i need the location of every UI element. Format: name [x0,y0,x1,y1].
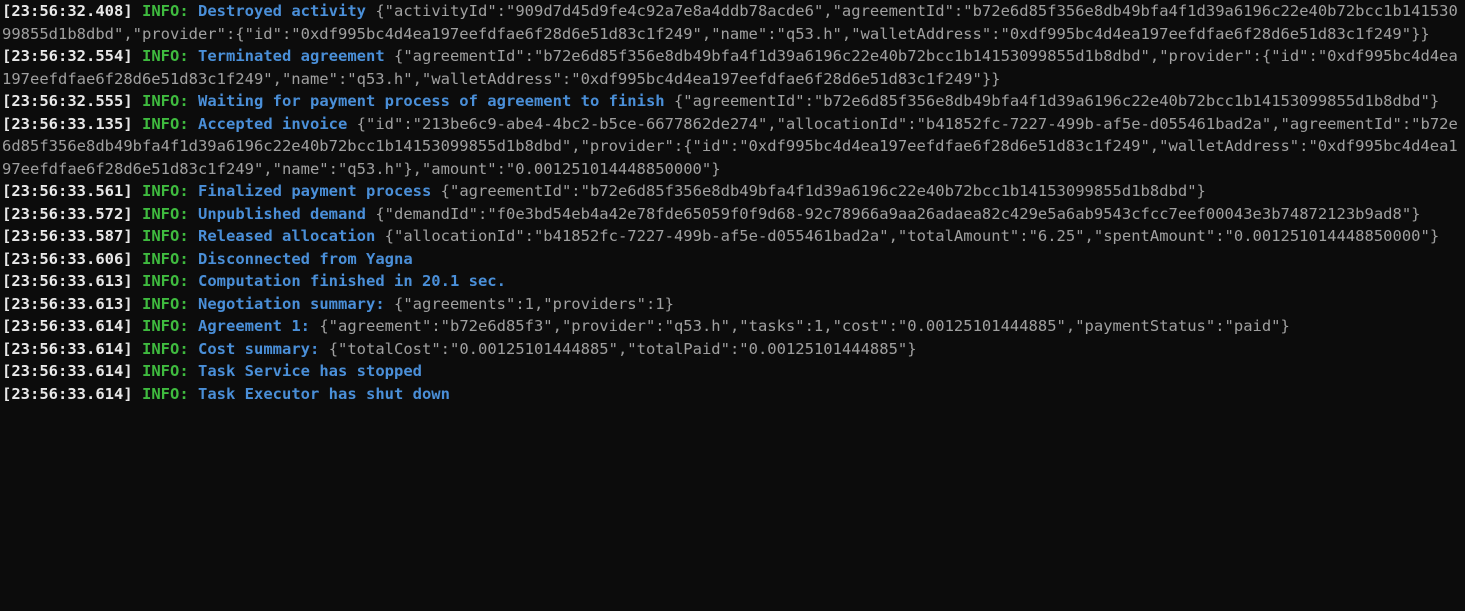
log-timestamp: [23:56:33.606] [2,250,133,268]
log-timestamp: [23:56:32.408] [2,2,133,20]
log-message: Cost summary: [198,340,319,358]
log-line: [23:56:33.587] INFO: Released allocation… [2,225,1463,248]
log-message: Unpublished demand [198,205,366,223]
log-message: Released allocation [198,227,375,245]
log-message: Finalized payment process [198,182,431,200]
log-message: Accepted invoice [198,115,347,133]
log-message: Task Service has stopped [198,362,422,380]
log-timestamp: [23:56:32.555] [2,92,133,110]
log-timestamp: [23:56:33.614] [2,385,133,403]
log-message: Waiting for payment process of agreement… [198,92,665,110]
log-timestamp: [23:56:33.614] [2,340,133,358]
log-payload: {"agreement":"b72e6d85f3","provider":"q5… [319,317,1290,335]
log-timestamp: [23:56:32.554] [2,47,133,65]
log-timestamp: [23:56:33.614] [2,317,133,335]
log-message: Task Executor has shut down [198,385,450,403]
log-message: Negotiation summary: [198,295,385,313]
log-payload: {"agreementId":"b72e6d85f356e8db49bfa4f1… [441,182,1206,200]
log-timestamp: [23:56:33.561] [2,182,133,200]
log-line: [23:56:33.614] INFO: Task Executor has s… [2,383,1463,406]
log-line: [23:56:33.614] INFO: Agreement 1: {"agre… [2,315,1463,338]
log-level: INFO: [142,317,189,335]
log-timestamp: [23:56:33.613] [2,272,133,290]
log-line: [23:56:33.135] INFO: Accepted invoice {"… [2,113,1463,181]
log-message: Computation finished in 20.1 sec. [198,272,506,290]
log-level: INFO: [142,115,189,133]
log-payload: {"totalCost":"0.00125101444885","totalPa… [329,340,917,358]
log-message: Terminated agreement [198,47,385,65]
log-payload: {"demandId":"f0e3bd54eb4a42e78fde65059f0… [375,205,1420,223]
log-payload: {"agreements":1,"providers":1} [394,295,674,313]
log-line: [23:56:32.554] INFO: Terminated agreemen… [2,45,1463,90]
log-line: [23:56:32.555] INFO: Waiting for payment… [2,90,1463,113]
log-timestamp: [23:56:33.135] [2,115,133,133]
log-timestamp: [23:56:33.613] [2,295,133,313]
log-line: [23:56:33.606] INFO: Disconnected from Y… [2,248,1463,271]
log-timestamp: [23:56:33.614] [2,362,133,380]
log-level: INFO: [142,92,189,110]
log-level: INFO: [142,362,189,380]
log-level: INFO: [142,340,189,358]
terminal-output: [23:56:32.408] INFO: Destroyed activity … [0,0,1465,405]
log-line: [23:56:33.614] INFO: Task Service has st… [2,360,1463,383]
log-message: Destroyed activity [198,2,366,20]
log-line: [23:56:33.614] INFO: Cost summary: {"tot… [2,338,1463,361]
log-message: Agreement 1: [198,317,310,335]
log-level: INFO: [142,250,189,268]
log-timestamp: [23:56:33.587] [2,227,133,245]
log-level: INFO: [142,272,189,290]
log-payload: {"allocationId":"b41852fc-7227-499b-af5e… [385,227,1440,245]
log-level: INFO: [142,227,189,245]
log-level: INFO: [142,385,189,403]
log-timestamp: [23:56:33.572] [2,205,133,223]
log-message: Disconnected from Yagna [198,250,413,268]
log-line: [23:56:33.572] INFO: Unpublished demand … [2,203,1463,226]
log-line: [23:56:33.561] INFO: Finalized payment p… [2,180,1463,203]
log-line: [23:56:32.408] INFO: Destroyed activity … [2,0,1463,45]
log-payload: {"agreementId":"b72e6d85f356e8db49bfa4f1… [674,92,1439,110]
log-line: [23:56:33.613] INFO: Negotiation summary… [2,293,1463,316]
log-line: [23:56:33.613] INFO: Computation finishe… [2,270,1463,293]
log-level: INFO: [142,2,189,20]
log-level: INFO: [142,182,189,200]
log-level: INFO: [142,205,189,223]
log-level: INFO: [142,295,189,313]
log-level: INFO: [142,47,189,65]
